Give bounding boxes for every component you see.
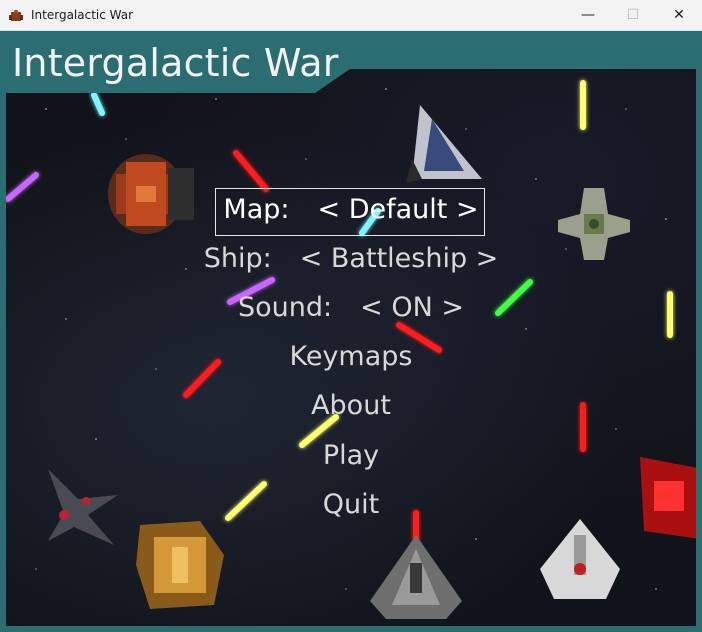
enemy-ship-gold <box>136 521 224 609</box>
window-title: Intergalactic War <box>31 8 134 22</box>
menu-about[interactable]: About <box>0 390 702 421</box>
close-icon: ✕ <box>673 7 685 23</box>
sound-value[interactable]: < ON > <box>360 292 464 323</box>
menu-play[interactable]: Play <box>0 440 702 471</box>
minimize-button[interactable]: — <box>565 0 611 30</box>
player-ship <box>370 535 462 619</box>
minimize-icon: — <box>581 7 595 23</box>
maximize-icon: ☐ <box>626 7 640 23</box>
ship-label: Ship: <box>203 243 272 274</box>
map-label: Map: <box>223 194 290 225</box>
menu-keymaps[interactable]: Keymaps <box>0 341 702 372</box>
enemy-ship-silver <box>406 105 482 183</box>
menu-quit[interactable]: Quit <box>0 489 702 520</box>
map-value[interactable]: < Default > <box>318 194 479 225</box>
laser-red <box>233 150 269 192</box>
menu-sound[interactable]: Sound: < ON > <box>0 292 702 323</box>
close-button[interactable]: ✕ <box>656 0 702 30</box>
enemy-ship-white <box>540 519 620 599</box>
menu-map[interactable]: Map: < Default > <box>0 194 702 225</box>
app-spaceship-icon <box>9 10 23 21</box>
sound-label: Sound: <box>238 292 333 323</box>
window-titlebar[interactable]: Intergalactic War — ☐ ✕ <box>0 0 702 31</box>
laser-cyan <box>91 92 105 116</box>
menu-ship[interactable]: Ship: < Battleship > <box>0 243 702 274</box>
ship-value[interactable]: < Battleship > <box>300 243 499 274</box>
game-title: Intergalactic War <box>12 41 339 85</box>
maximize-button[interactable]: ☐ <box>610 0 656 30</box>
